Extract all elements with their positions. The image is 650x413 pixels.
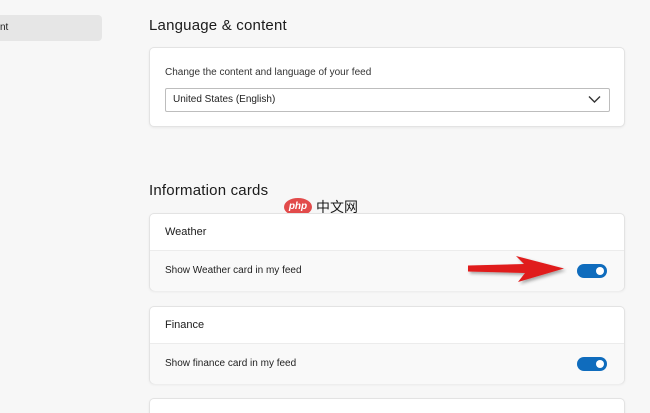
sidebar-item-label: nt	[0, 22, 9, 33]
weather-card-title: Weather	[150, 214, 624, 251]
finance-toggle-label: Show finance card in my feed	[165, 358, 297, 369]
sidebar-item-selected[interactable]: nt	[0, 15, 102, 41]
next-card-partial	[149, 398, 625, 413]
language-dropdown-value: United States (English)	[173, 94, 276, 105]
toggle-knob	[596, 267, 604, 275]
weather-toggle-label: Show Weather card in my feed	[165, 265, 302, 276]
toggle-knob	[596, 360, 604, 368]
finance-toggle-row: Show finance card in my feed	[150, 344, 624, 384]
red-arrow-icon	[468, 256, 564, 282]
language-card: Change the content and language of your …	[149, 47, 625, 127]
information-cards-title: Information cards	[149, 182, 269, 199]
weather-toggle[interactable]	[577, 264, 607, 278]
finance-card: Finance Show finance card in my feed	[149, 306, 625, 384]
language-description: Change the content and language of your …	[165, 67, 372, 78]
language-dropdown[interactable]: United States (English)	[165, 88, 610, 112]
language-section-title: Language & content	[149, 17, 287, 34]
chevron-down-icon	[588, 96, 601, 103]
finance-toggle[interactable]	[577, 357, 607, 371]
finance-card-title: Finance	[150, 307, 624, 344]
